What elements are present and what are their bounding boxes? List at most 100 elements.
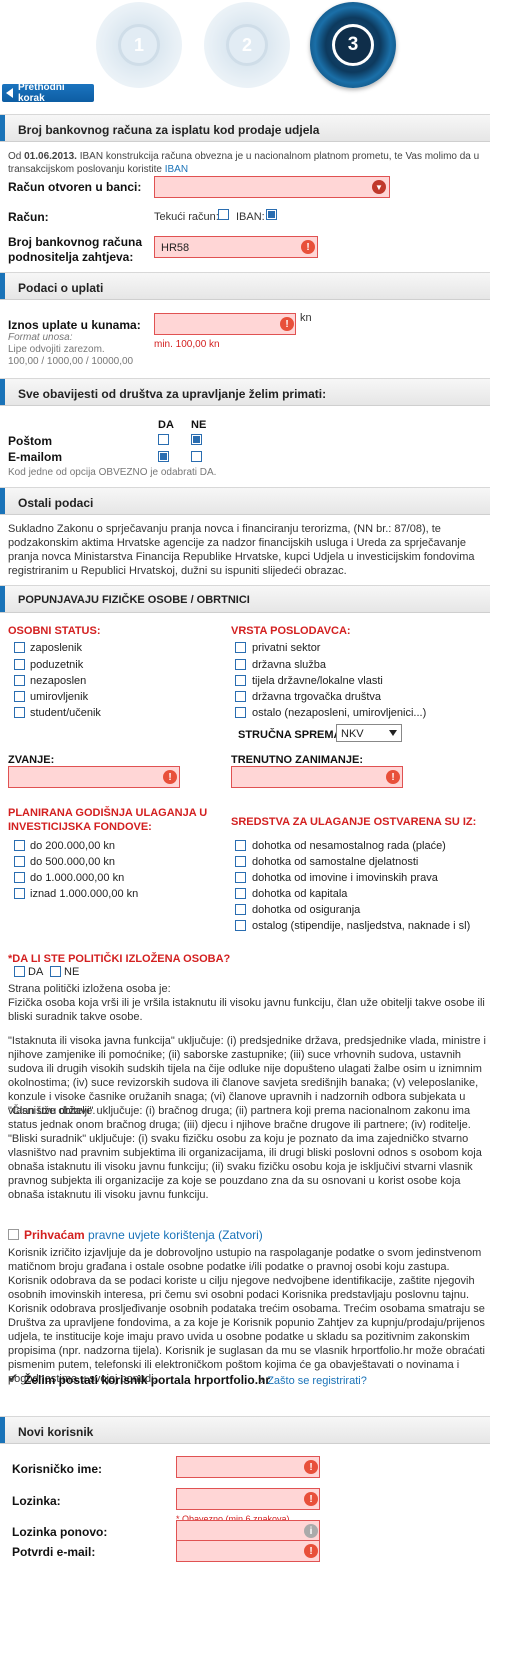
pep-text-2: Fizička osoba koja vrši ili je vršila is… bbox=[8, 997, 485, 1023]
error-icon: ! bbox=[301, 240, 315, 254]
email-no-checkbox[interactable] bbox=[191, 451, 202, 462]
iban-option-label: IBAN: bbox=[236, 211, 265, 223]
employer-option: državna trgovačka društva bbox=[252, 691, 382, 703]
current-account-label: Tekući račun: bbox=[154, 211, 219, 223]
status-checkbox[interactable] bbox=[14, 675, 25, 686]
section-title: Podaci o uplati bbox=[18, 281, 104, 295]
checkmark-icon[interactable]: ✔ bbox=[8, 1371, 18, 1385]
why-register-link[interactable]: » Zašto se registrirati? bbox=[258, 1374, 367, 1388]
personal-status-title: OSOBNI STATUS: bbox=[8, 625, 101, 637]
password-input[interactable] bbox=[176, 1488, 320, 1510]
section-title: Sve obavijesti od društva za upravljanje… bbox=[18, 387, 327, 401]
email-yes-checkbox[interactable] bbox=[158, 451, 169, 462]
email-label: E-mailom bbox=[8, 450, 63, 464]
iban-checkbox[interactable] bbox=[266, 209, 277, 220]
previous-step-button[interactable]: Prethodni korak bbox=[2, 82, 94, 104]
source-option: dohotka od kapitala bbox=[252, 888, 348, 900]
status-checkbox[interactable] bbox=[14, 691, 25, 702]
currency-label: kn bbox=[300, 312, 312, 324]
step-2-indicator: 2 bbox=[204, 2, 290, 88]
employer-checkbox[interactable] bbox=[235, 675, 246, 686]
investment-option: do 200.000,00 kn bbox=[30, 840, 116, 852]
accept-label: Prihvaćam bbox=[24, 1228, 85, 1242]
post-label: Poštom bbox=[8, 434, 53, 448]
section-header-new-user: Novi korisnik bbox=[0, 1416, 490, 1444]
section-header-other: Ostali podaci bbox=[0, 487, 490, 515]
source-checkbox[interactable] bbox=[235, 920, 246, 931]
error-icon: ! bbox=[163, 770, 177, 784]
iban-link[interactable]: IBAN bbox=[165, 164, 188, 175]
info-icon: i bbox=[304, 1524, 318, 1538]
investment-checkbox[interactable] bbox=[14, 888, 25, 899]
email-confirm-input[interactable] bbox=[176, 1540, 320, 1562]
employer-type-title: VRSTA POSLODAVCA: bbox=[231, 625, 351, 637]
investment-checkbox[interactable] bbox=[14, 856, 25, 867]
double-chevron-icon: » bbox=[258, 1375, 265, 1387]
pep-yes-checkbox[interactable] bbox=[14, 966, 25, 977]
username-input[interactable] bbox=[176, 1456, 320, 1478]
investment-checkbox[interactable] bbox=[14, 872, 25, 883]
source-option: dohotka od osiguranja bbox=[252, 904, 361, 916]
employer-checkbox[interactable] bbox=[235, 642, 246, 653]
no-column-header: NE bbox=[191, 419, 207, 431]
qualification-value: NKV bbox=[341, 728, 364, 740]
source-checkbox[interactable] bbox=[235, 888, 246, 899]
pep-text-4: "Član uže obitelji" uključuje: (i) bračn… bbox=[8, 1105, 471, 1131]
error-icon: ! bbox=[386, 770, 400, 784]
post-no-checkbox[interactable] bbox=[191, 434, 202, 445]
bank-select[interactable] bbox=[154, 176, 390, 198]
email-confirm-label: Potvrdi e-mail: bbox=[12, 1545, 96, 1559]
amount-input[interactable] bbox=[154, 313, 296, 335]
source-option: dohotka od nesamostalnog rada (plaće) bbox=[252, 840, 446, 852]
step-number: 2 bbox=[226, 24, 268, 66]
account-label: Račun: bbox=[8, 210, 49, 224]
password-repeat-input[interactable] bbox=[176, 1520, 320, 1542]
step-number: 3 bbox=[332, 24, 374, 66]
pep-yes-label: DA bbox=[28, 966, 44, 978]
pep-question: *DA LI STE POLITIČKI IZLOŽENA OSOBA? bbox=[8, 953, 231, 965]
error-icon: ! bbox=[304, 1544, 318, 1558]
source-checkbox[interactable] bbox=[235, 872, 246, 883]
title-input[interactable] bbox=[8, 766, 180, 788]
portal-user-label: Želim postati korisnik portala hrportfol… bbox=[24, 1373, 271, 1387]
terms-link[interactable]: pravne uvjete korištenja (Zatvori) bbox=[88, 1228, 263, 1242]
accept-terms-checkbox[interactable] bbox=[8, 1229, 19, 1240]
dropdown-arrow-icon[interactable]: ▼ bbox=[372, 180, 386, 194]
source-checkbox[interactable] bbox=[235, 856, 246, 867]
pep-text-5: "Bliski suradnik" uključuje: (i) svaku f… bbox=[8, 1133, 482, 1201]
status-option: nezaposlen bbox=[30, 675, 87, 687]
error-icon: ! bbox=[304, 1460, 318, 1474]
current-account-checkbox[interactable] bbox=[218, 209, 229, 220]
account-number-input[interactable]: HR58 bbox=[154, 236, 318, 258]
planned-investment-title: PLANIRANA GODIŠNJA ULAGANJA U INVESTICIJ… bbox=[8, 807, 208, 833]
pep-text-1: Strana politički izložena osoba je: bbox=[8, 983, 171, 995]
section-header-bank: Broj bankovnog računa za isplatu kod pro… bbox=[0, 114, 490, 142]
pep-no-checkbox[interactable] bbox=[50, 966, 61, 977]
status-option: poduzetnik bbox=[30, 659, 84, 671]
employer-checkbox[interactable] bbox=[235, 691, 246, 702]
source-checkbox[interactable] bbox=[235, 840, 246, 851]
notify-note: Kod jedne od opcija OBVEZNO je odabrati … bbox=[8, 467, 217, 478]
previous-step-label: Prethodni korak bbox=[18, 82, 65, 104]
status-checkbox[interactable] bbox=[14, 642, 25, 653]
status-checkbox[interactable] bbox=[14, 707, 25, 718]
step-3-indicator: 3 bbox=[310, 2, 396, 88]
accept-terms-row: Prihvaćam pravne uvjete korištenja (Zatv… bbox=[24, 1228, 263, 1242]
section-title: Broj bankovnog računa za isplatu kod pro… bbox=[18, 123, 320, 137]
employer-checkbox[interactable] bbox=[235, 707, 246, 718]
investment-option: iznad 1.000.000,00 kn bbox=[30, 888, 139, 900]
employer-checkbox[interactable] bbox=[235, 659, 246, 670]
post-yes-checkbox[interactable] bbox=[158, 434, 169, 445]
investment-checkbox[interactable] bbox=[14, 840, 25, 851]
occupation-input[interactable] bbox=[231, 766, 403, 788]
source-checkbox[interactable] bbox=[235, 904, 246, 915]
bank-label: Račun otvoren u banci: bbox=[8, 180, 142, 194]
employer-option: privatni sektor bbox=[252, 642, 321, 654]
qualification-label: STRUČNA SPREMA: bbox=[238, 729, 346, 741]
status-option: zaposlenik bbox=[30, 642, 82, 654]
pep-no-label: NE bbox=[64, 966, 80, 978]
investment-option: do 1.000.000,00 kn bbox=[30, 872, 125, 884]
qualification-select[interactable]: NKV bbox=[336, 724, 402, 742]
terms-text: Korisnik izričito izjavljuje da je dobro… bbox=[8, 1247, 485, 1385]
status-checkbox[interactable] bbox=[14, 659, 25, 670]
